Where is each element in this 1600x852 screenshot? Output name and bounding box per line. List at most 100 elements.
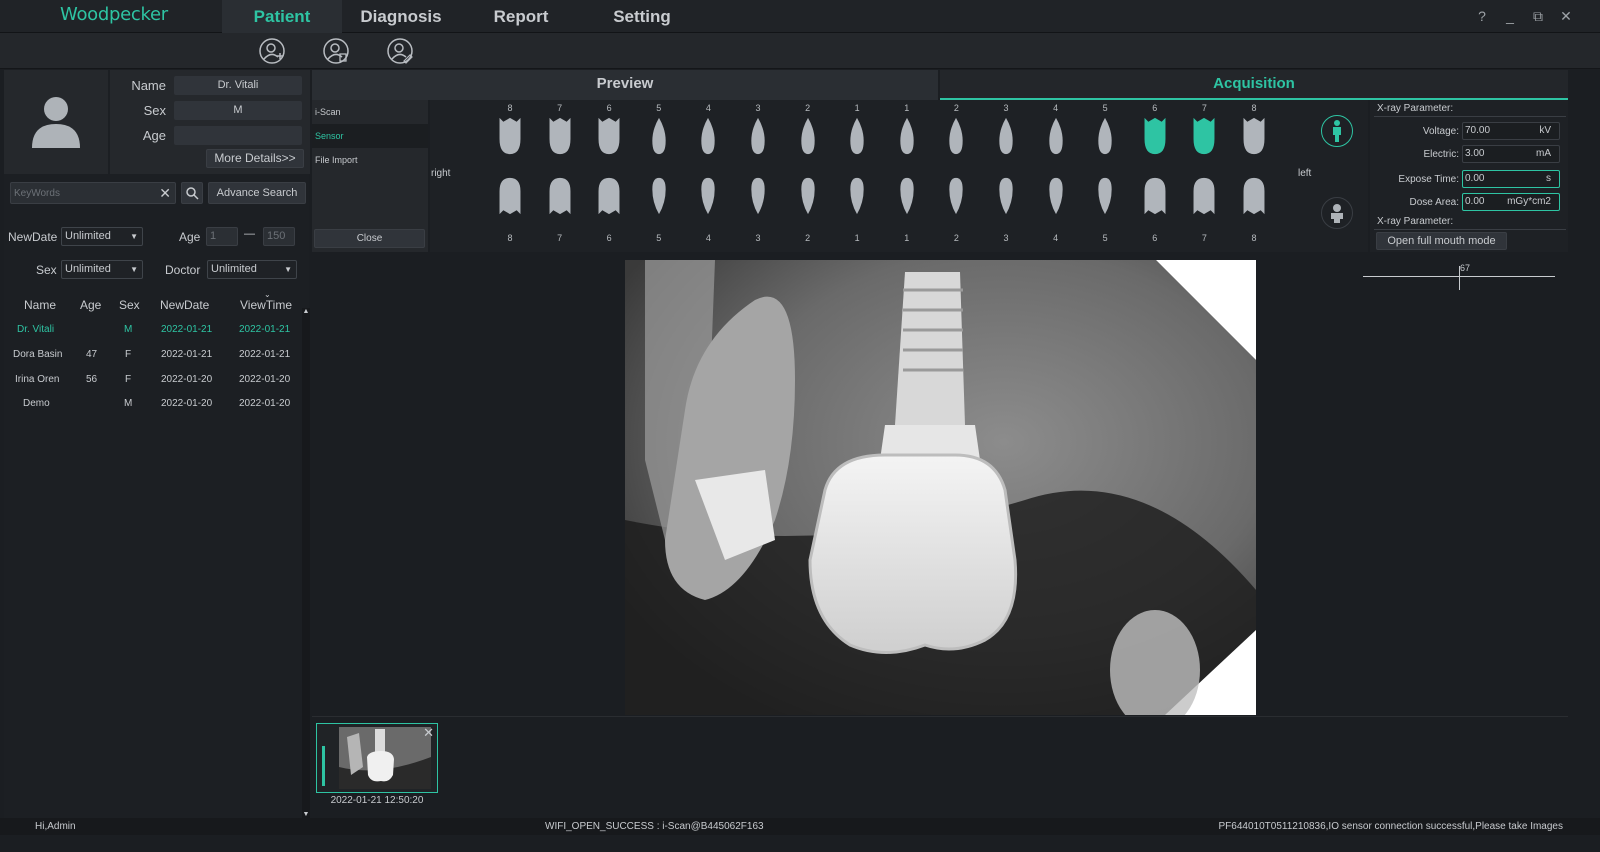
- col-sex[interactable]: Sex: [119, 298, 140, 312]
- lower-tooth-icon[interactable]: [945, 176, 967, 216]
- upper-tooth-icon[interactable]: [747, 116, 769, 156]
- tab-preview[interactable]: Preview: [312, 70, 938, 100]
- full-mouth-mode-button[interactable]: Open full mouth mode: [1376, 232, 1507, 250]
- position-marker: 67: [1460, 263, 1471, 273]
- edit-patient-icon[interactable]: [386, 37, 414, 65]
- status-sensor: PF644010T0511210836,IO sensor connection…: [1218, 821, 1563, 832]
- close-icon[interactable]: ✕: [423, 725, 434, 741]
- sex-field[interactable]: M: [174, 101, 302, 120]
- source-file-import[interactable]: File Import: [312, 148, 428, 172]
- table-row[interactable]: Demo M 2022-01-20 2022-01-20: [4, 392, 301, 417]
- menu-patient[interactable]: Patient: [222, 0, 342, 33]
- status-user: Hi,Admin: [35, 821, 76, 832]
- scroll-down-icon[interactable]: ▼: [302, 811, 310, 818]
- table-row[interactable]: Dora Basin 47 F 2022-01-21 2022-01-21: [4, 343, 301, 368]
- more-details-button[interactable]: More Details>>: [206, 149, 304, 168]
- scroll-up-icon[interactable]: ▲: [302, 308, 310, 315]
- lower-tooth-icon[interactable]: [499, 176, 521, 216]
- age-to-input[interactable]: 150: [263, 227, 295, 246]
- lower-tooth-icon[interactable]: [1045, 176, 1067, 216]
- upper-tooth-icon[interactable]: [648, 116, 670, 156]
- keywords-input[interactable]: KeyWords ✕: [10, 182, 176, 204]
- col-viewtime[interactable]: ViewTime: [240, 298, 292, 312]
- thumbnail[interactable]: ✕: [316, 723, 438, 793]
- lower-tooth-icon[interactable]: [896, 176, 918, 216]
- age-from-input[interactable]: 1: [206, 227, 238, 246]
- upper-tooth-icon[interactable]: [499, 116, 521, 156]
- upper-tooth-icon[interactable]: [1243, 116, 1265, 156]
- right-label: right: [431, 168, 451, 179]
- lower-tooth-icon[interactable]: [598, 176, 620, 216]
- table-row[interactable]: Irina Oren 56 F 2022-01-20 2022-01-20: [4, 368, 301, 393]
- upper-tooth-icon[interactable]: [995, 116, 1017, 156]
- lower-tooth-icon[interactable]: [1243, 176, 1265, 216]
- cell-viewtime: 2022-01-21: [239, 324, 291, 335]
- close-window-button[interactable]: ✕: [1555, 5, 1577, 27]
- upper-tooth-icon[interactable]: [1094, 116, 1116, 156]
- minimize-button[interactable]: _: [1499, 5, 1521, 27]
- menu-diagnosis[interactable]: Diagnosis: [342, 0, 460, 33]
- upper-tooth-icon[interactable]: [846, 116, 868, 156]
- menu-setting[interactable]: Setting: [582, 0, 702, 33]
- patient-list-scrollbar[interactable]: ▲ ▼: [302, 308, 310, 818]
- lower-tooth-icon[interactable]: [648, 176, 670, 216]
- child-mode-button[interactable]: [1321, 197, 1353, 229]
- sex-select[interactable]: Unlimited ▼: [61, 260, 143, 279]
- advance-search-button[interactable]: Advance Search: [208, 182, 306, 204]
- col-newdate[interactable]: NewDate: [160, 298, 209, 312]
- tooth-number-lower: 2: [953, 233, 959, 243]
- source-iscan[interactable]: i-Scan: [312, 100, 428, 124]
- upper-tooth-icon[interactable]: [797, 116, 819, 156]
- cell-viewtime: 2022-01-20: [239, 398, 291, 409]
- col-age[interactable]: Age: [80, 298, 101, 312]
- menu-report[interactable]: Report: [462, 0, 580, 33]
- col-name[interactable]: Name: [24, 298, 56, 312]
- upper-tooth-icon[interactable]: [549, 116, 571, 156]
- upper-tooth-icon[interactable]: [697, 116, 719, 156]
- expose-time-field[interactable]: 0.00 s: [1462, 170, 1560, 188]
- status-bar: Hi,Admin WIFI_OPEN_SUCCESS : i-Scan@B445…: [0, 818, 1600, 835]
- upper-tooth-icon[interactable]: [1144, 116, 1166, 156]
- xray-image[interactable]: [625, 260, 1256, 715]
- adult-mode-button[interactable]: [1321, 115, 1353, 147]
- lower-tooth-icon[interactable]: [1193, 176, 1215, 216]
- source-list: i-Scan Sensor File Import Close: [312, 100, 428, 252]
- voltage-field[interactable]: 70.00 kV: [1462, 122, 1560, 140]
- lower-tooth-icon[interactable]: [995, 176, 1017, 216]
- upper-tooth-icon[interactable]: [1045, 116, 1067, 156]
- electric-label: Electric:: [1423, 149, 1459, 160]
- add-patient-icon[interactable]: [258, 37, 286, 65]
- divider: [1374, 116, 1566, 117]
- newdate-select[interactable]: Unlimited ▼: [61, 227, 143, 246]
- search-button[interactable]: [181, 182, 203, 204]
- electric-field[interactable]: 3.00 mA: [1462, 145, 1560, 163]
- tooth-chart: right left 8 8 7 7 6 6 5 5 4 4 3 3 2 2 1 1 1 1 2 2 3 3 4 4 5 5 6 6 7…: [430, 100, 1368, 252]
- lower-tooth-icon[interactable]: [846, 176, 868, 216]
- voltage-unit: kV: [1539, 125, 1551, 136]
- upper-tooth-icon[interactable]: [1193, 116, 1215, 156]
- upper-tooth-icon[interactable]: [945, 116, 967, 156]
- tab-acquisition[interactable]: Acquisition: [940, 70, 1568, 100]
- name-field[interactable]: Dr. Vitali: [174, 76, 302, 95]
- lower-tooth-icon[interactable]: [747, 176, 769, 216]
- age-field[interactable]: [174, 126, 302, 145]
- lower-tooth-icon[interactable]: [549, 176, 571, 216]
- help-button[interactable]: ?: [1471, 5, 1493, 27]
- delete-patient-icon[interactable]: [322, 37, 350, 65]
- lower-tooth-icon[interactable]: [1094, 176, 1116, 216]
- cell-sex: M: [124, 324, 133, 335]
- upper-tooth-icon[interactable]: [896, 116, 918, 156]
- source-sensor[interactable]: Sensor: [312, 124, 428, 148]
- close-button[interactable]: Close: [314, 229, 425, 248]
- upper-tooth-icon[interactable]: [598, 116, 620, 156]
- lower-tooth-icon[interactable]: [1144, 176, 1166, 216]
- dose-area-field[interactable]: 0.00 mGy*cm2: [1462, 193, 1560, 211]
- doctor-select[interactable]: Unlimited ▼: [207, 260, 297, 279]
- lower-tooth-icon[interactable]: [697, 176, 719, 216]
- clear-icon[interactable]: ✕: [159, 185, 171, 202]
- table-row[interactable]: Dr. Vitali M 2022-01-21 2022-01-21: [4, 318, 301, 343]
- tooth-number-lower: 4: [1053, 233, 1059, 243]
- restore-button[interactable]: ⧉: [1527, 5, 1549, 27]
- tooth-number-lower: 3: [755, 233, 761, 243]
- lower-tooth-icon[interactable]: [797, 176, 819, 216]
